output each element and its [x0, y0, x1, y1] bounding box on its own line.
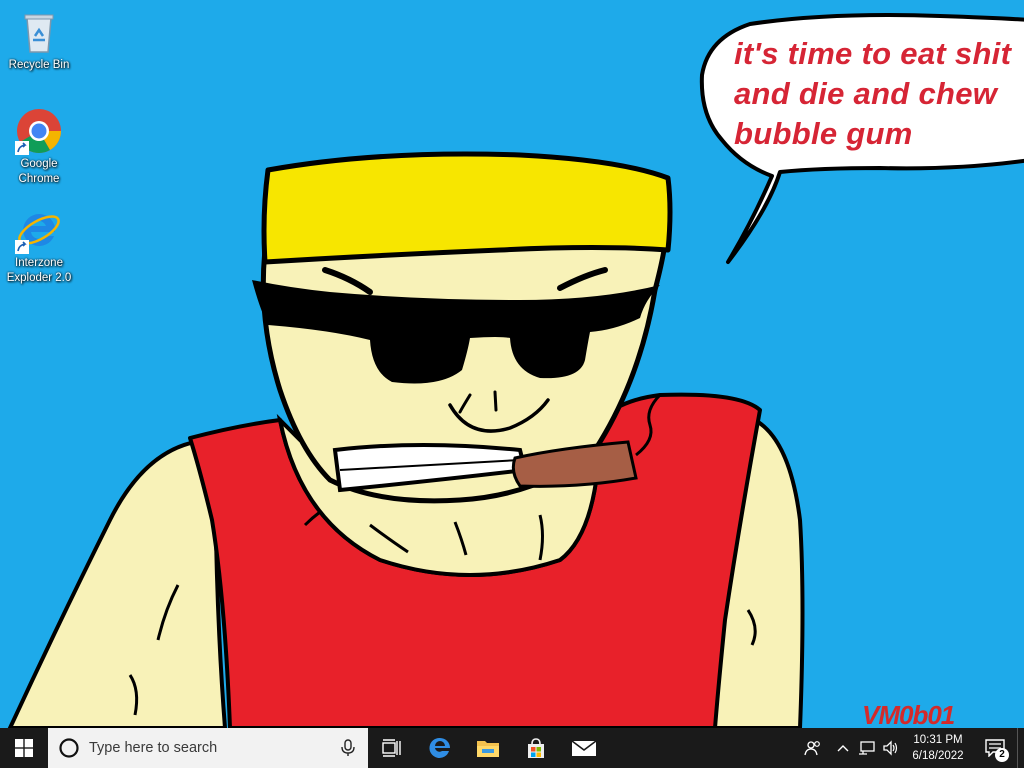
chrome-icon — [15, 107, 63, 155]
show-hidden-icons-button[interactable] — [831, 728, 855, 768]
desktop-icon-chrome[interactable]: Google Chrome — [0, 107, 78, 187]
network-icon — [859, 741, 875, 755]
notification-count-badge: 2 — [995, 748, 1009, 762]
mail-icon — [571, 740, 597, 756]
speech-text: it's time to eat shit and die and chew b… — [734, 36, 1012, 151]
desktop-icon-label: Interzone Exploder 2.0 — [6, 257, 72, 284]
desktop-icon-label: Recycle Bin — [8, 59, 70, 71]
desktop-icon-interzone-exploder[interactable]: Interzone Exploder 2.0 — [0, 206, 78, 286]
shortcut-arrow-icon — [15, 141, 29, 155]
taskbar-file-explorer-button[interactable] — [464, 728, 512, 768]
file-explorer-icon — [477, 741, 499, 757]
taskbar-store-button[interactable] — [512, 728, 560, 768]
edge-icon — [429, 737, 450, 758]
cortana-icon — [59, 738, 79, 758]
volume-button[interactable] — [879, 728, 903, 768]
taskbar-clock[interactable]: 10:31 PM 6/18/2022 — [903, 732, 973, 764]
taskbar: Type here to search 10:31 PM 6/18/2022 2 — [0, 728, 1024, 768]
taskbar-mail-button[interactable] — [560, 728, 608, 768]
shortcut-arrow-icon — [15, 240, 29, 254]
clock-date: 6/18/2022 — [912, 750, 964, 762]
taskbar-search-box[interactable]: Type here to search — [48, 728, 368, 768]
microphone-icon[interactable] — [340, 739, 356, 757]
action-center-button[interactable]: 2 — [973, 728, 1017, 768]
show-desktop-button[interactable] — [1017, 728, 1024, 768]
taskbar-edge-button[interactable] — [416, 728, 464, 768]
desktop-icon-label: Google Chrome — [18, 158, 60, 185]
windows-logo-icon — [15, 739, 33, 757]
people-icon — [804, 741, 820, 756]
desktop-icon-recycle-bin[interactable]: Recycle Bin — [0, 8, 78, 73]
task-view-button[interactable] — [368, 728, 416, 768]
recycle-bin-icon — [15, 8, 63, 56]
store-icon — [528, 738, 544, 758]
artist-signature: VM0b01 — [862, 700, 955, 728]
system-tray: 10:31 PM 6/18/2022 2 — [795, 728, 1024, 768]
network-button[interactable] — [855, 728, 879, 768]
clock-time: 10:31 PM — [913, 734, 963, 746]
desktop[interactable]: it's time to eat shit and die and chew b… — [0, 0, 1024, 728]
people-button[interactable] — [795, 728, 831, 768]
volume-icon — [883, 740, 898, 756]
search-placeholder: Type here to search — [89, 740, 218, 756]
hair — [261, 151, 673, 265]
ie-icon — [15, 206, 63, 254]
start-button[interactable] — [0, 728, 48, 768]
task-view-icon — [382, 739, 401, 757]
chevron-up-icon — [837, 745, 849, 752]
